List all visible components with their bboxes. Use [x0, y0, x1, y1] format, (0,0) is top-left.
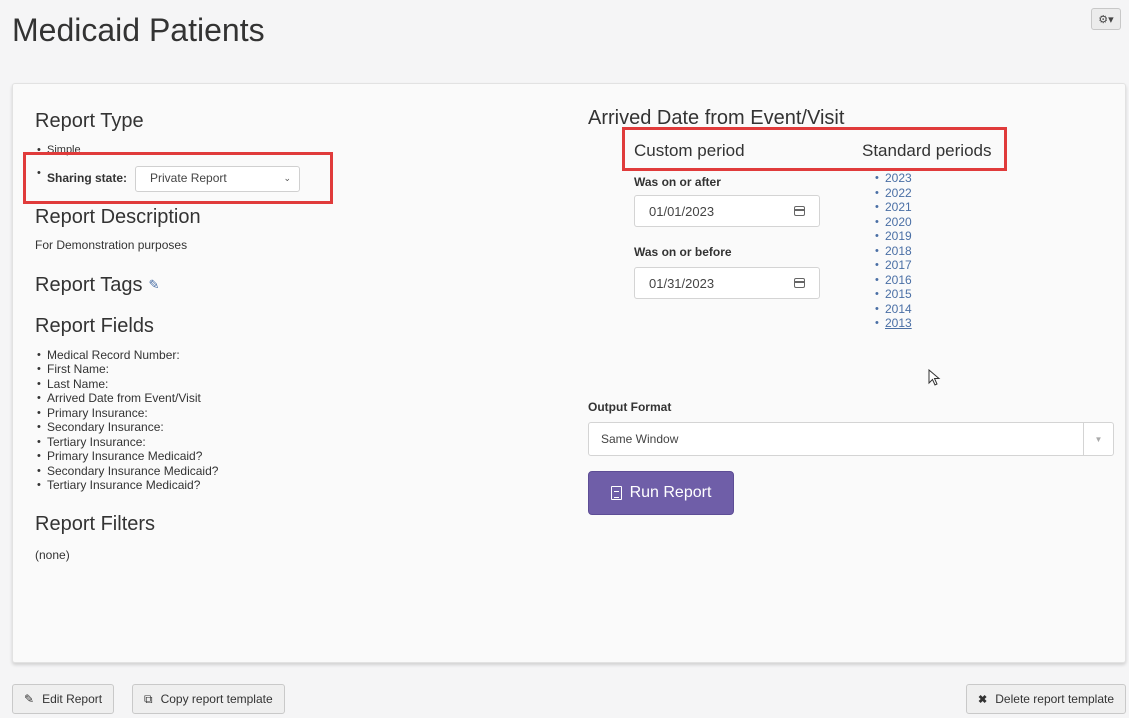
pencil-icon: ✎ — [24, 692, 35, 706]
edit-report-label: Edit Report — [42, 692, 103, 706]
list-item: 2013 — [873, 316, 912, 331]
year-link[interactable]: 2018 — [885, 244, 912, 258]
on-or-before-label: Was on or before — [634, 245, 732, 259]
list-item: Medical Record Number: — [35, 348, 555, 363]
list-item: Primary Insurance Medicaid? — [35, 449, 555, 464]
list-item: Tertiary Insurance: — [35, 435, 555, 450]
report-panel: Report Type Simple Sharing state: Privat… — [12, 83, 1126, 663]
year-link[interactable]: 2020 — [885, 215, 912, 229]
list-item: Tertiary Insurance Medicaid? — [35, 478, 555, 493]
delete-report-template-button[interactable]: ✖ Delete report template — [966, 684, 1126, 714]
copy-icon: ⧉ — [144, 691, 153, 706]
list-item: Last Name: — [35, 377, 555, 392]
on-or-after-value: 01/01/2023 — [649, 203, 715, 219]
document-icon — [610, 486, 622, 500]
calendar-icon[interactable] — [794, 278, 805, 288]
year-link[interactable]: 2019 — [885, 229, 912, 243]
year-link[interactable]: 2013 — [885, 316, 912, 330]
output-format-label: Output Format — [588, 400, 672, 414]
output-format-value: Same Window — [601, 432, 679, 446]
list-item: Arrived Date from Event/Visit — [35, 391, 555, 406]
list-item: 2023 — [873, 171, 912, 186]
year-link[interactable]: 2017 — [885, 258, 912, 272]
close-icon: ✖ — [978, 693, 988, 706]
list-item: 2019 — [873, 229, 912, 244]
report-filters-text: (none) — [35, 547, 70, 562]
list-item: 2017 — [873, 258, 912, 273]
gear-icon: ⚙▾ — [1098, 13, 1114, 26]
tab-standard-periods[interactable]: Standard periods — [862, 141, 991, 161]
on-or-after-input[interactable]: 01/01/2023 — [634, 195, 820, 227]
year-link[interactable]: 2015 — [885, 287, 912, 301]
list-item: 2022 — [873, 186, 912, 201]
report-fields-list: Medical Record Number: First Name: Last … — [35, 348, 555, 493]
settings-gear-button[interactable]: ⚙▾ — [1091, 8, 1121, 30]
list-item: Secondary Insurance: — [35, 420, 555, 435]
copy-report-template-button[interactable]: ⧉ Copy report template — [132, 684, 285, 714]
chevron-down-icon: ▼ — [1083, 423, 1113, 455]
list-item: First Name: — [35, 362, 555, 377]
list-item: 2015 — [873, 287, 912, 302]
year-link[interactable]: 2016 — [885, 273, 912, 287]
tab-custom-period[interactable]: Custom period — [634, 141, 745, 161]
on-or-before-input[interactable]: 01/31/2023 — [634, 267, 820, 299]
delete-report-template-label: Delete report template — [995, 692, 1114, 706]
list-item: 2021 — [873, 200, 912, 215]
report-type-heading: Report Type — [35, 110, 144, 132]
page-title: Medicaid Patients — [12, 12, 265, 48]
list-item: 2014 — [873, 302, 912, 317]
year-link[interactable]: 2022 — [885, 186, 912, 200]
copy-report-template-label: Copy report template — [160, 692, 273, 706]
calendar-icon[interactable] — [794, 206, 805, 216]
year-link[interactable]: 2023 — [885, 171, 912, 185]
report-filters-heading: Report Filters — [35, 512, 156, 535]
on-or-before-value: 01/31/2023 — [649, 275, 715, 291]
run-report-button[interactable]: Run Report — [588, 471, 734, 515]
sharing-state-highlight — [23, 152, 333, 204]
report-description-text: For Demonstration purposes — [35, 237, 188, 252]
year-link[interactable]: 2021 — [885, 200, 912, 214]
list-item: 2018 — [873, 244, 912, 259]
list-item: Secondary Insurance Medicaid? — [35, 464, 555, 479]
report-tags-heading: Report Tags — [35, 273, 143, 296]
on-or-after-label: Was on or after — [634, 175, 721, 189]
list-item: 2020 — [873, 215, 912, 230]
output-format-select[interactable]: Same Window ▼ — [588, 422, 1114, 456]
pencil-icon[interactable]: ✎ — [148, 277, 159, 293]
mouse-cursor-icon — [928, 369, 941, 386]
report-description-heading: Report Description — [35, 205, 201, 228]
list-item: Primary Insurance: — [35, 406, 555, 421]
run-report-label: Run Report — [629, 484, 712, 501]
list-item: 2016 — [873, 273, 912, 288]
standard-periods-list: 2023 2022 2021 2020 2019 2018 2017 2016 … — [873, 171, 912, 331]
year-link[interactable]: 2014 — [885, 302, 912, 316]
edit-report-button[interactable]: ✎ Edit Report — [12, 684, 115, 714]
report-fields-heading: Report Fields — [35, 314, 154, 337]
